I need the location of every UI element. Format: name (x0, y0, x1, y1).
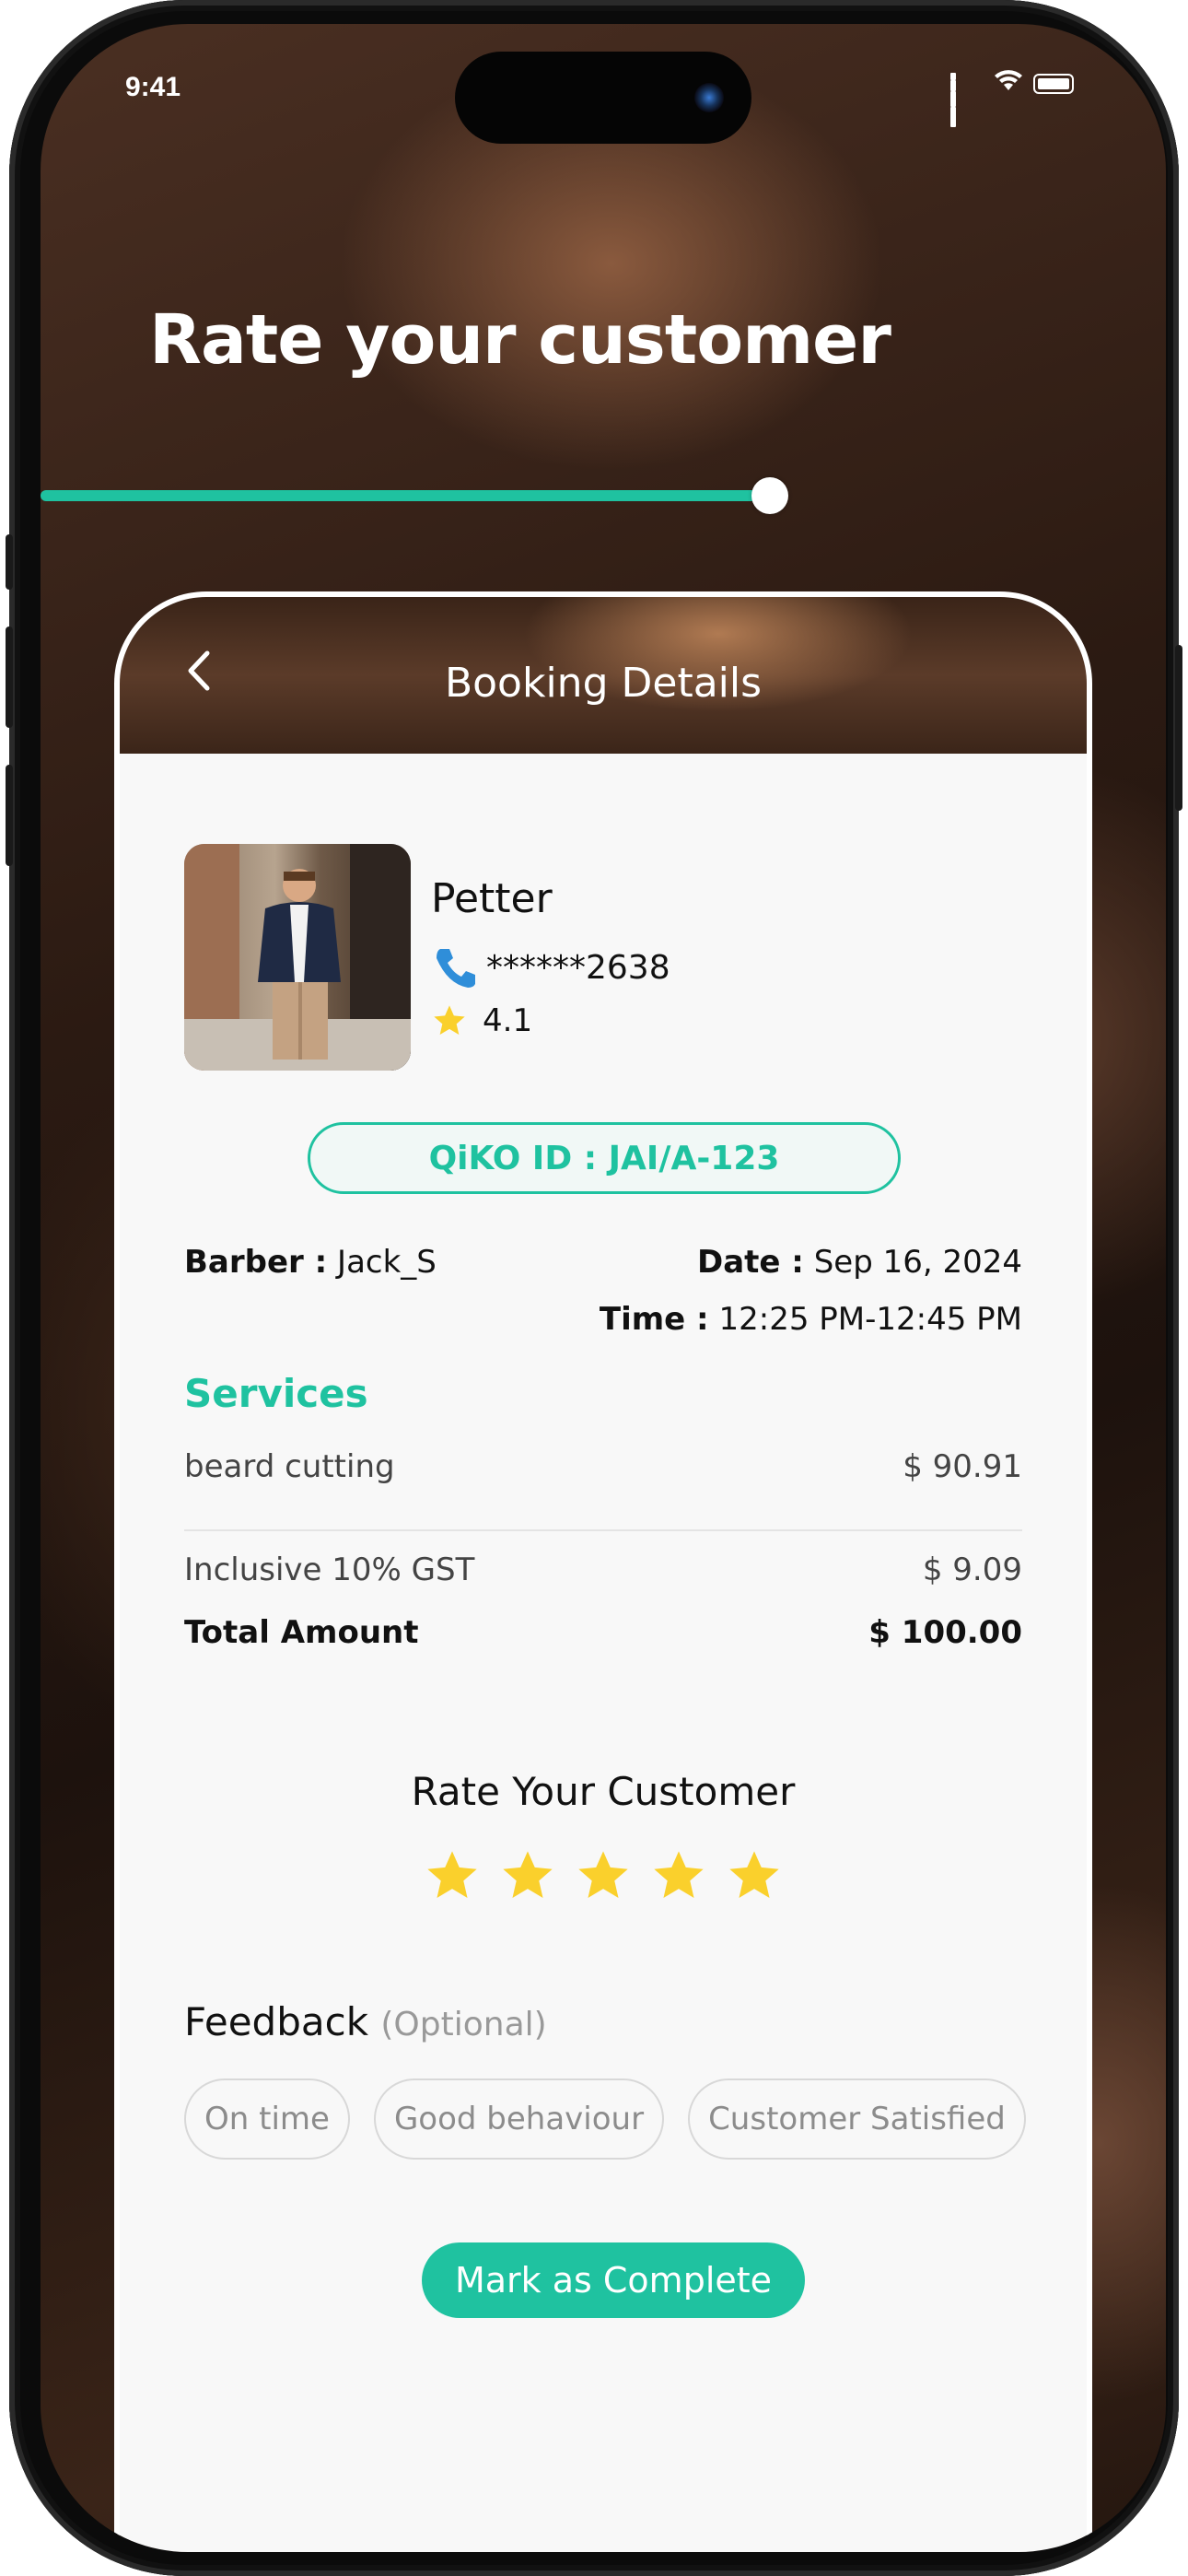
rating-star-5[interactable] (725, 1846, 784, 1905)
booking-card: Booking Details Petter ******2638 4.1 Qi… (114, 591, 1092, 2552)
gst-value: $ 9.09 (922, 1551, 1022, 1588)
barber-value: Jack_S (337, 1244, 437, 1281)
date-value: Sep 16, 2024 (813, 1244, 1022, 1281)
rating-star-3[interactable] (574, 1846, 633, 1905)
battery-icon (1033, 73, 1074, 94)
time-value: 12:25 PM-12:45 PM (718, 1301, 1022, 1338)
chip-good-behaviour[interactable]: Good behaviour (373, 2078, 665, 2160)
qiko-id-badge: QiKO ID : JAI/A-123 (308, 1122, 901, 1194)
rate-heading: Rate Your Customer (411, 1769, 796, 1814)
mark-complete-button[interactable]: Mark as Complete (422, 2242, 805, 2318)
rating-star-1[interactable] (423, 1846, 482, 1905)
chip-on-time[interactable]: On time (184, 2078, 350, 2160)
barber-label: Barber : (184, 1244, 328, 1281)
gst-label: Inclusive 10% GST (184, 1551, 475, 1588)
feedback-title: Feedback (Optional) (184, 1999, 547, 2044)
star-icon (434, 1005, 465, 1035)
rating-star-4[interactable] (649, 1846, 708, 1905)
rating-star-2[interactable] (498, 1846, 557, 1905)
volume-up-button (6, 626, 13, 728)
avatar (184, 844, 411, 1071)
date-row: Date : Sep 16, 2024 (697, 1244, 1022, 1281)
service-price: $ 90.91 (903, 1448, 1022, 1485)
progress-fill (41, 490, 770, 501)
customer-phone-row: ******2638 (431, 943, 670, 991)
camera-icon (694, 83, 724, 112)
time-label: Time : (599, 1301, 709, 1338)
screen: 9:41 Rate your customer Booking Details (41, 24, 1166, 2552)
date-label: Date : (696, 1244, 804, 1281)
header-title: Booking Details (444, 660, 763, 707)
customer-rating-row: 4.1 (431, 1002, 532, 1039)
feedback-label: Feedback (184, 1999, 369, 2044)
progress-bar (41, 477, 851, 514)
power-button (1175, 645, 1182, 811)
total-label: Total Amount (184, 1614, 419, 1651)
signal-icon (950, 72, 984, 127)
phone-frame: 9:41 Rate your customer Booking Details (6, 0, 1182, 2576)
total-value: $ 100.00 (868, 1614, 1022, 1651)
customer-phone: ******2638 (486, 948, 670, 987)
customer-rating: 4.1 (483, 1002, 533, 1039)
chip-customer-satisfied[interactable]: Customer Satisfied (688, 2078, 1026, 2160)
service-name: beard cutting (184, 1448, 395, 1485)
feedback-optional: (Optional) (380, 2006, 547, 2043)
dynamic-island (455, 52, 751, 144)
time-row: Time : 12:25 PM-12:45 PM (600, 1301, 1022, 1338)
status-time: 9:41 (125, 72, 181, 102)
customer-photo (184, 844, 411, 1071)
barber-row: Barber : Jack_S (184, 1244, 437, 1281)
divider (184, 1529, 1022, 1531)
volume-down-button (6, 765, 13, 866)
rating-stars (120, 1846, 1087, 1905)
card-header: Booking Details (120, 597, 1087, 754)
status-icons (950, 70, 1074, 127)
progress-knob[interactable] (751, 477, 788, 514)
services-heading: Services (184, 1371, 368, 1416)
wifi-icon (995, 70, 1022, 97)
customer-name: Petter (431, 875, 553, 922)
feedback-chips: On time Good behaviour Customer Satisfie… (184, 2078, 1026, 2160)
page-title: Rate your customer (149, 300, 891, 380)
side-button (6, 534, 13, 590)
phone-icon (437, 949, 475, 988)
